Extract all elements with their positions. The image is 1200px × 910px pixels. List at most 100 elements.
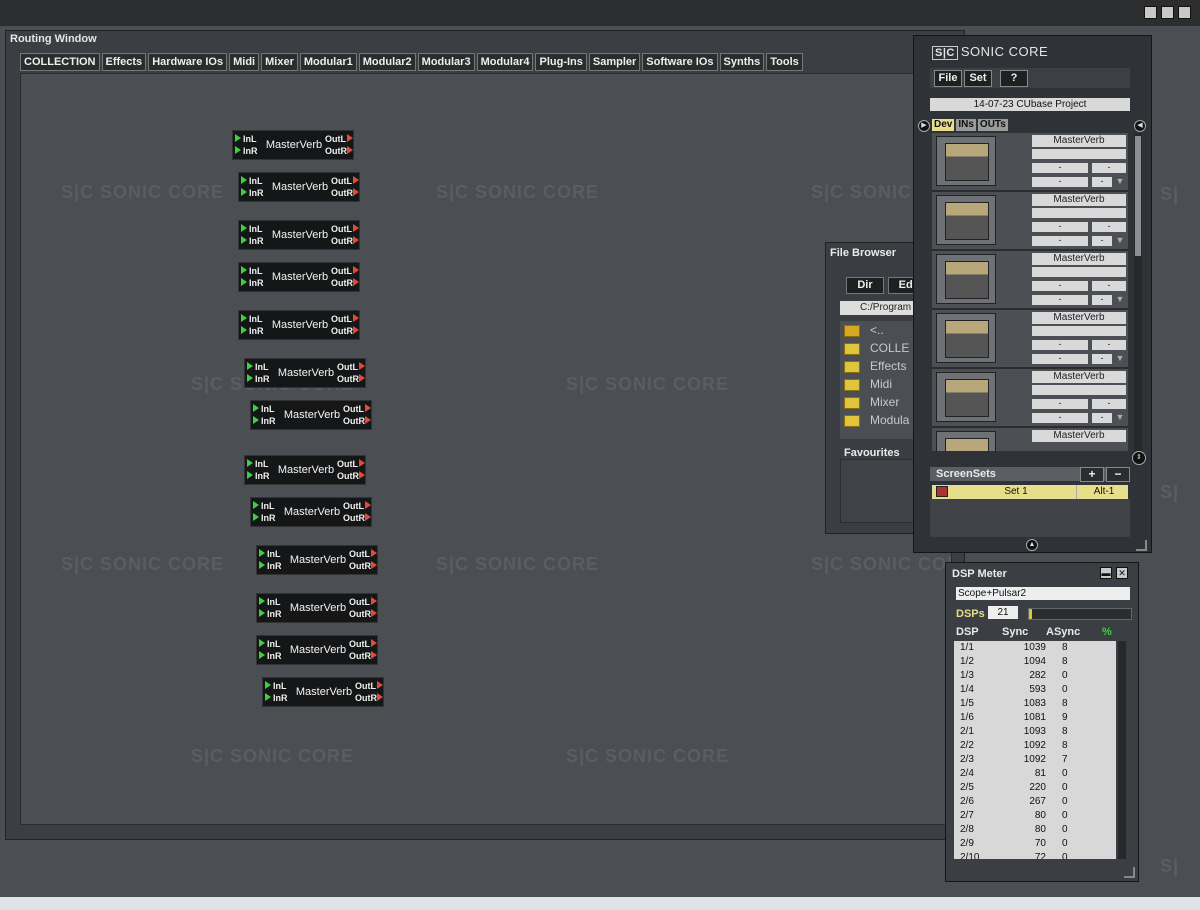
main-close-button[interactable] (1178, 6, 1191, 19)
output-port-left-icon[interactable] (377, 681, 383, 689)
input-port-left-icon[interactable] (259, 597, 265, 605)
expand-arrow-icon[interactable]: ▼ (1114, 295, 1126, 305)
input-port-left-icon[interactable] (253, 404, 259, 412)
file-menu-button[interactable]: File (934, 70, 962, 87)
masterverb-module[interactable]: InL InR MasterVerb OutL OutR (238, 310, 360, 340)
device-thumbnail[interactable] (936, 313, 996, 363)
tab-modular2[interactable]: Modular2 (358, 53, 416, 71)
masterverb-module[interactable]: InL InR MasterVerb OutL OutR (256, 635, 378, 665)
device-field[interactable]: - (1092, 354, 1112, 364)
tab-hardware-ios[interactable]: Hardware IOs (148, 53, 228, 71)
input-port-right-icon[interactable] (247, 374, 253, 382)
file-list-item[interactable]: Mixer (870, 395, 899, 409)
expand-arrow-icon[interactable]: ▼ (1114, 354, 1126, 364)
device-field[interactable]: - (1092, 236, 1112, 246)
tab-midi[interactable]: Midi (229, 53, 260, 71)
file-list-item[interactable]: Midi (870, 377, 892, 391)
device-field[interactable] (1032, 385, 1126, 395)
tab-effects[interactable]: Effects (101, 53, 147, 71)
input-port-left-icon[interactable] (259, 549, 265, 557)
device-field[interactable]: - (1092, 399, 1126, 409)
output-port-left-icon[interactable] (347, 134, 353, 142)
screenset-add-button[interactable]: + (1080, 467, 1104, 482)
masterverb-module[interactable]: InL InR MasterVerb OutL OutR (238, 262, 360, 292)
tab-modular1[interactable]: Modular1 (299, 53, 357, 71)
device-list-scroll-thumb[interactable] (1135, 136, 1141, 256)
device-field[interactable]: - (1092, 281, 1126, 291)
resize-grip-icon[interactable] (1124, 867, 1135, 878)
input-port-right-icon[interactable] (253, 416, 259, 424)
input-port-right-icon[interactable] (241, 188, 247, 196)
output-port-left-icon[interactable] (353, 224, 359, 232)
device-field[interactable]: - (1032, 413, 1088, 423)
device-row[interactable]: MasterVerb - - - - ▼ (932, 133, 1128, 192)
output-port-right-icon[interactable] (353, 188, 359, 196)
device-field[interactable]: - (1032, 281, 1088, 291)
input-port-left-icon[interactable] (241, 266, 247, 274)
input-port-right-icon[interactable] (259, 561, 265, 569)
tab-modular4[interactable]: Modular4 (476, 53, 534, 71)
input-port-right-icon[interactable] (247, 471, 253, 479)
expand-arrow-icon[interactable]: ▼ (1114, 236, 1126, 246)
tab-plug-ins[interactable]: Plug-Ins (535, 53, 587, 71)
input-port-right-icon[interactable] (241, 278, 247, 286)
device-row[interactable]: MasterVerb (932, 428, 1128, 451)
output-port-left-icon[interactable] (371, 597, 377, 605)
device-row[interactable]: MasterVerb - - - - ▼ (932, 369, 1128, 428)
device-field[interactable]: - (1092, 222, 1126, 232)
folder-icon[interactable] (844, 361, 860, 373)
folder-icon[interactable] (844, 415, 860, 427)
output-port-left-icon[interactable] (365, 404, 371, 412)
output-port-right-icon[interactable] (365, 513, 371, 521)
expand-arrow-icon[interactable]: ▼ (1114, 177, 1126, 187)
device-row[interactable]: MasterVerb - - - - ▼ (932, 192, 1128, 251)
tab-tools[interactable]: Tools (766, 53, 803, 71)
device-field[interactable]: - (1092, 340, 1126, 350)
close-icon[interactable]: ✕ (1116, 567, 1128, 579)
tab-mixer[interactable]: Mixer (261, 53, 298, 71)
folder-icon[interactable] (844, 343, 860, 355)
dir-button[interactable]: Dir (846, 277, 884, 294)
device-field[interactable]: - (1032, 354, 1088, 364)
output-port-right-icon[interactable] (353, 326, 359, 334)
masterverb-module[interactable]: InL InR MasterVerb OutL OutR (238, 220, 360, 250)
input-port-left-icon[interactable] (259, 639, 265, 647)
device-row[interactable]: MasterVerb - - - - ▼ (932, 310, 1128, 369)
main-minimize-button[interactable] (1144, 6, 1157, 19)
output-port-left-icon[interactable] (359, 362, 365, 370)
parent-folder-icon[interactable] (844, 325, 860, 337)
resize-grip-icon[interactable] (1136, 540, 1147, 551)
device-thumbnail[interactable] (936, 195, 996, 245)
screenset-remove-button[interactable]: − (1106, 467, 1130, 482)
scroll-left-icon[interactable]: ▶ (918, 120, 930, 132)
device-row[interactable]: MasterVerb - - - - ▼ (932, 251, 1128, 310)
percent-column-header[interactable]: % (1102, 626, 1112, 638)
tab-software-ios[interactable]: Software IOs (642, 53, 718, 71)
tab-modular3[interactable]: Modular3 (417, 53, 475, 71)
expand-arrow-icon[interactable]: ▼ (1114, 413, 1126, 423)
input-port-left-icon[interactable] (241, 314, 247, 322)
device-field[interactable]: - (1032, 399, 1088, 409)
input-port-right-icon[interactable] (235, 146, 241, 154)
routing-canvas[interactable]: S|C SONIC CORE S|C SONIC CORE S|C SONIC CO… (20, 73, 952, 825)
output-port-right-icon[interactable] (365, 416, 371, 424)
masterverb-module[interactable]: InL InR MasterVerb OutL OutR (238, 172, 360, 202)
input-port-right-icon[interactable] (241, 326, 247, 334)
output-port-right-icon[interactable] (353, 236, 359, 244)
scroll-updown-icon[interactable]: ⇕ (1132, 451, 1146, 465)
lock-icon[interactable] (936, 486, 948, 497)
output-port-right-icon[interactable] (371, 561, 377, 569)
screenset-row[interactable]: Set 1 Alt-1 (932, 485, 1128, 499)
output-port-left-icon[interactable] (371, 549, 377, 557)
input-port-left-icon[interactable] (247, 459, 253, 467)
help-menu-button[interactable]: ? (1000, 70, 1028, 87)
device-field[interactable] (1032, 208, 1126, 218)
input-port-right-icon[interactable] (241, 236, 247, 244)
tab-sampler[interactable]: Sampler (588, 53, 641, 71)
tab-outs[interactable]: OUTs (977, 119, 1008, 131)
device-field[interactable] (1032, 326, 1126, 336)
output-port-right-icon[interactable] (377, 693, 383, 701)
output-port-left-icon[interactable] (353, 266, 359, 274)
device-thumbnail[interactable] (936, 431, 996, 451)
file-list-item[interactable]: Modula (870, 413, 909, 427)
